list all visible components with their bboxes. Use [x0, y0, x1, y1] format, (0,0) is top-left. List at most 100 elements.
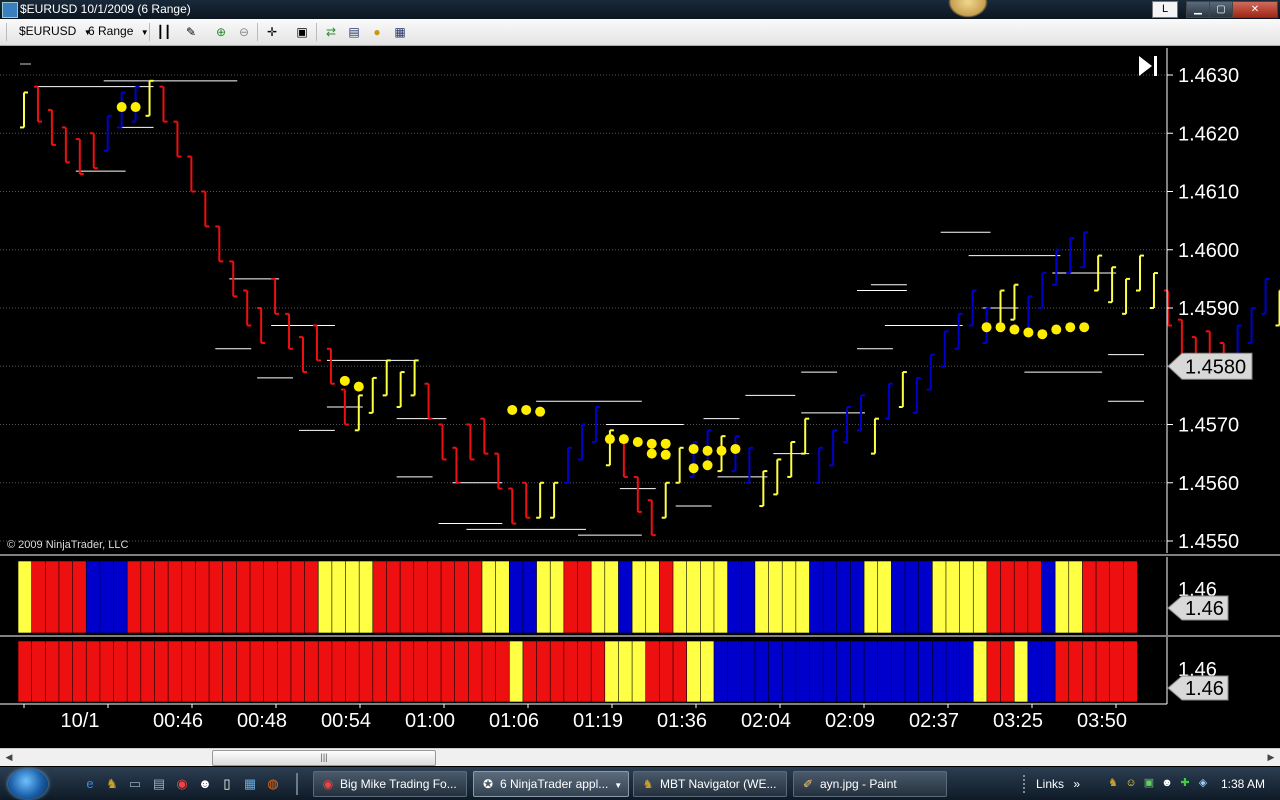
drawing-pencil-icon[interactable]: ✎ — [183, 24, 199, 40]
app-icon — [2, 2, 18, 18]
trader-tray-icon[interactable]: ♞ — [1106, 776, 1120, 790]
paint-icon[interactable]: ▦ — [242, 776, 258, 792]
data-box-icon[interactable]: ▦ — [392, 24, 408, 40]
price-bar — [312, 324, 321, 362]
indicator-bar — [1013, 640, 1029, 703]
signal-dot — [702, 460, 713, 471]
indicator-bar — [549, 640, 565, 703]
window-switch-icon[interactable]: ▤ — [151, 776, 167, 792]
start-button[interactable] — [8, 769, 48, 799]
taskbar-button-ninjatrader[interactable]: ✪ 6 NinjaTrader appl... ▼ — [473, 771, 629, 797]
firefox-icon[interactable]: ◍ — [265, 776, 281, 792]
signal-dot — [981, 322, 992, 333]
ie-icon[interactable]: e — [82, 776, 98, 792]
signal-dot — [1065, 322, 1076, 333]
zoom-in-icon[interactable]: ⊕ — [213, 24, 229, 40]
desktop-icon[interactable]: ▭ — [127, 776, 143, 792]
indicator-bar — [822, 560, 838, 634]
signal-dot — [521, 404, 532, 415]
price-bar — [787, 440, 796, 478]
price-bar — [954, 312, 963, 350]
taskbar-button-paint[interactable]: ✐ ayn.jpg - Paint — [793, 771, 947, 797]
price-bar — [201, 190, 210, 228]
indicator-bar — [481, 560, 497, 634]
indicator-bar — [768, 640, 783, 703]
price-bar — [633, 475, 642, 513]
indicator-bar — [468, 560, 483, 634]
price-bar — [424, 382, 433, 420]
crosshair-icon[interactable]: ✛ — [264, 24, 280, 40]
indicator-bar — [276, 640, 292, 703]
indicator-bar — [822, 640, 838, 703]
indicator-bar — [44, 560, 60, 634]
indicator-bar — [836, 640, 852, 703]
strategies-icon[interactable]: ⇄ — [323, 24, 339, 40]
signal-dot — [660, 449, 671, 460]
chart-toolbar: $EURUSD ▼ 6 Range ▼ ┃┃ ✎ ⊕ ⊖ ✛ ▣ ⇄ ▤ ● ▦ — [0, 19, 1280, 46]
price-chart[interactable]: 1.4630 1.4620 1.4610 1.4600 1.4590 1.4580 1.45… — [0, 45, 1280, 748]
indicator-bar — [140, 640, 156, 703]
price-axis: 1.4630 1.4620 1.4610 1.4600 1.4590 1.4580 1.45… — [1166, 48, 1253, 553]
money-icon[interactable]: ● — [369, 24, 385, 40]
scroll-thumb[interactable]: ||| — [212, 750, 436, 766]
chevron-down-icon: ▼ — [614, 781, 623, 790]
maximize-button[interactable]: ▢ — [1209, 1, 1233, 18]
price-bar — [1024, 295, 1033, 333]
security-tray-icon[interactable]: ✚ — [1178, 776, 1192, 790]
indicator-bar — [72, 560, 88, 634]
indicator-bar — [222, 560, 238, 634]
network-tray-icon[interactable]: ▣ — [1142, 776, 1156, 790]
indicator-bar — [1054, 560, 1070, 634]
indicator-bar — [372, 640, 388, 703]
minimize-button[interactable]: ▁ — [1186, 1, 1210, 18]
period-label: 6 Range — [88, 24, 134, 38]
properties-icon[interactable]: ▣ — [294, 24, 310, 40]
indicator-bar — [604, 640, 620, 703]
signal-dot — [116, 102, 127, 113]
document-icon[interactable]: ▯ — [219, 776, 235, 792]
chevron-right-icon: » — [1073, 777, 1081, 791]
link-button[interactable]: L — [1152, 1, 1178, 18]
instrument-selector[interactable]: $EURUSD ▼ — [19, 24, 92, 38]
price-bars — [20, 79, 1280, 537]
panda-icon[interactable]: ☻ — [197, 776, 213, 792]
y-tick-label: 1.4610 — [1178, 182, 1239, 204]
indicator-bar — [386, 560, 401, 634]
smiley-tray-icon[interactable]: ☺ — [1124, 776, 1138, 790]
scroll-right-icon[interactable]: ▶ — [1264, 750, 1278, 764]
horizontal-scrollbar[interactable]: ◀ ||| ▶ — [0, 748, 1280, 766]
scroll-left-icon[interactable]: ◀ — [2, 750, 16, 764]
period-selector[interactable]: 6 Range ▼ — [88, 24, 149, 38]
taskbar-button-mbt[interactable]: ♞ MBT Navigator (WE... — [633, 771, 787, 797]
taskbar-button-browser[interactable]: ◉ Big Mike Trading Fo... — [313, 771, 467, 797]
indicator-bar — [304, 560, 320, 634]
zoom-out-icon[interactable]: ⊖ — [236, 24, 252, 40]
close-button[interactable]: ✕ — [1232, 1, 1278, 18]
indicator-bar — [740, 560, 756, 634]
indicator-bar — [1027, 640, 1043, 703]
panda-tray-icon[interactable]: ☻ — [1160, 776, 1174, 790]
price-bar — [1108, 266, 1117, 304]
indicator-bar — [1041, 560, 1056, 634]
indicator-bar — [986, 560, 1002, 634]
price-bar — [382, 359, 391, 397]
indicator-bar — [659, 640, 674, 703]
x-tick-label: 03:50 — [1077, 710, 1127, 732]
trader-icon[interactable]: ♞ — [104, 776, 120, 792]
price-bar — [215, 225, 224, 263]
toolbar-separator — [149, 23, 150, 41]
indicator-bar — [263, 640, 279, 703]
bar-type-icon[interactable]: ┃┃ — [156, 24, 172, 40]
indicator-bar — [972, 640, 988, 703]
signal-dot — [716, 445, 727, 456]
signal-dot — [646, 448, 657, 459]
price-bar — [396, 371, 405, 409]
indicators-icon[interactable]: ▤ — [346, 24, 362, 40]
scroll-to-end-icon[interactable] — [1139, 56, 1157, 76]
price-bar — [257, 307, 266, 344]
volume-tray-icon[interactable]: ◈ — [1196, 776, 1210, 790]
links-toolbar[interactable]: Links » — [1036, 777, 1080, 791]
chrome-icon[interactable]: ◉ — [174, 776, 190, 792]
indicator-bar — [932, 640, 947, 703]
indicator-panel-1: 1.461.46 — [17, 557, 1229, 635]
